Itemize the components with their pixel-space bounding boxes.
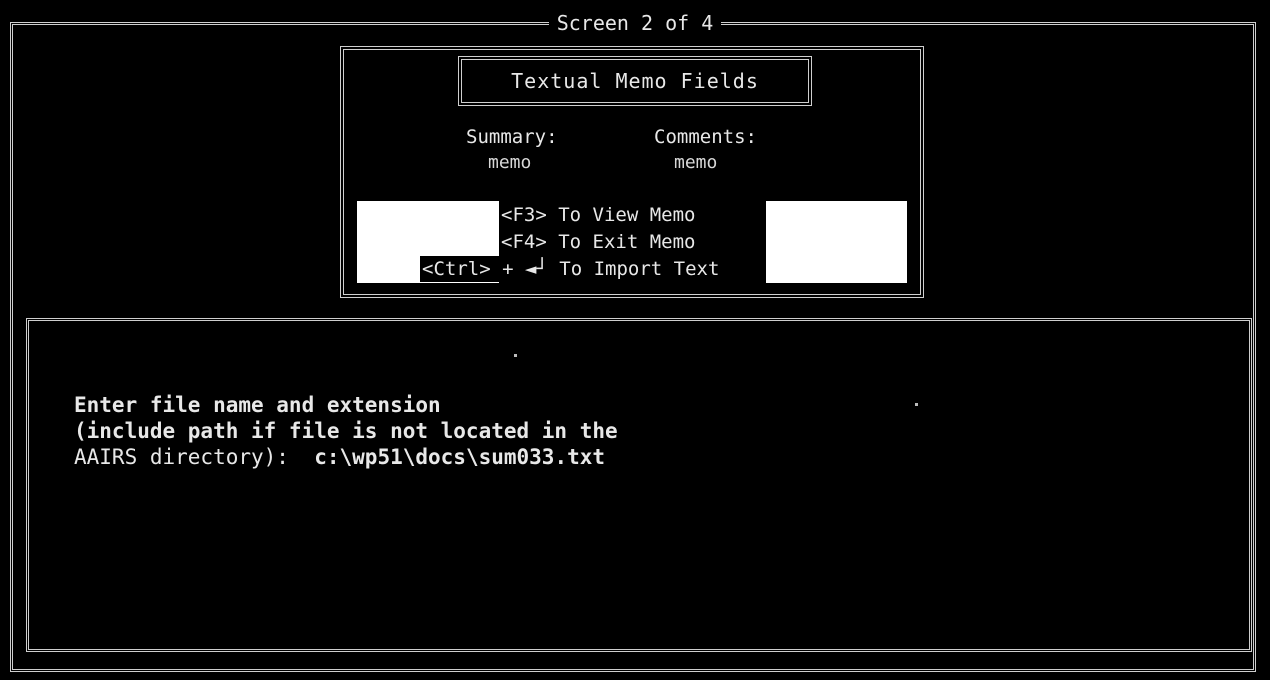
file-path-input[interactable]: c:\wp51\docs\sum033.txt: [314, 445, 605, 469]
key-help-highlight-right: [766, 201, 907, 283]
prompt-instruction-line-3: AAIRS directory): c:\wp51\docs\sum033.tx…: [74, 444, 605, 470]
comments-label: Comments:: [654, 126, 757, 148]
prompt-instruction-line-1: Enter file name and extension: [74, 393, 441, 417]
screen-indicator: Screen 2 of 4: [0, 11, 1270, 35]
view-memo-key-hint: <F3> To View Memo: [499, 202, 698, 228]
comments-memo-field[interactable]: memo: [674, 152, 717, 173]
screen-artifact-dot: [514, 354, 517, 357]
exit-memo-key-hint: <F4> To Exit Memo: [499, 229, 698, 255]
summary-memo-field[interactable]: memo: [488, 152, 531, 173]
prompt-instruction-line-2: (include path if file is not located in …: [74, 419, 618, 443]
screen-artifact-dot: [915, 403, 918, 406]
memo-panel-title: Textual Memo Fields: [458, 56, 812, 106]
memo-panel-title-text: Textual Memo Fields: [511, 69, 759, 93]
file-prompt-panel: [26, 318, 1252, 652]
screen-indicator-text: Screen 2 of 4: [548, 11, 722, 35]
import-text-key-hint: <Ctrl> + ◄┘ To Import Text: [420, 256, 722, 282]
summary-label: Summary:: [466, 126, 558, 148]
directory-label: AAIRS directory):: [74, 445, 289, 469]
